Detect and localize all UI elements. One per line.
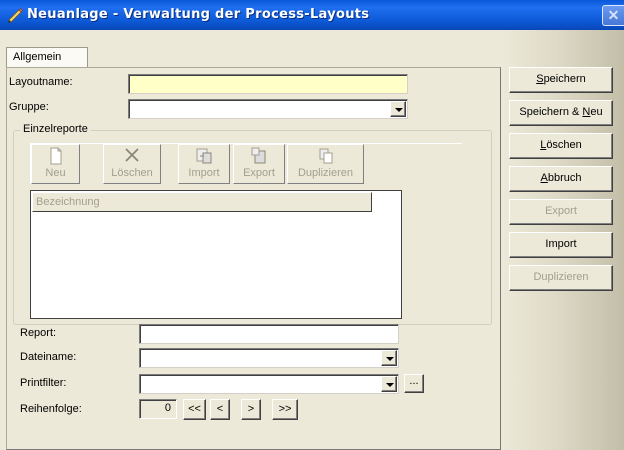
- chevron-down-icon[interactable]: [381, 350, 397, 366]
- reihenfolge-label: Reihenfolge:: [20, 403, 82, 415]
- save-label-post: peichern: [543, 73, 586, 85]
- dateiname-label: Dateiname:: [20, 351, 77, 363]
- save-new-label-post: eu: [590, 106, 603, 118]
- import-icon: [179, 145, 229, 167]
- reihenfolge-value[interactable]: 0: [139, 399, 177, 419]
- last-button[interactable]: >>: [272, 399, 298, 420]
- delete-button[interactable]: Löschen: [509, 133, 613, 159]
- printfilter-select[interactable]: [139, 374, 399, 394]
- prev-button[interactable]: <: [210, 399, 230, 420]
- duplicate-button[interactable]: Duplizieren: [509, 265, 613, 291]
- export-toolbar-button[interactable]: Export: [233, 144, 285, 184]
- chevron-down-icon[interactable]: [390, 101, 406, 117]
- cancel-label-accel: A: [540, 172, 548, 184]
- delete-x-icon: [104, 145, 160, 167]
- neu-button[interactable]: Neu: [31, 144, 80, 184]
- tab-allgemein[interactable]: Allgemein: [6, 47, 88, 68]
- close-button[interactable]: ✕: [602, 5, 624, 26]
- printfilter-label: Printfilter:: [20, 377, 67, 389]
- layoutname-label: Layoutname:: [9, 76, 73, 88]
- neu-label: Neu: [45, 167, 66, 179]
- first-button[interactable]: <<: [183, 399, 206, 420]
- export-button[interactable]: Export: [509, 199, 613, 225]
- duplicate-icon: [288, 145, 363, 167]
- loeschen-toolbar-button[interactable]: Löschen: [103, 144, 161, 184]
- cancel-button[interactable]: Abbruch: [509, 166, 613, 192]
- chevron-down-icon[interactable]: [381, 376, 397, 392]
- import-toolbar-label: Import: [188, 167, 220, 179]
- export-icon: [234, 145, 284, 167]
- import-button[interactable]: Import: [509, 232, 613, 258]
- window-title: Neuanlage - Verwaltung der Process-Layou…: [27, 7, 370, 22]
- printfilter-browse-button[interactable]: ...: [404, 374, 424, 393]
- report-label: Report:: [20, 327, 57, 339]
- duplizieren-toolbar-label: Duplizieren: [297, 167, 354, 179]
- save-new-label-pre: Speichern &: [519, 106, 583, 118]
- export-toolbar-label: Export: [243, 167, 275, 179]
- save-and-new-button[interactable]: Speichern & Neu: [509, 100, 613, 126]
- pencil-icon: [6, 6, 24, 24]
- import-toolbar-button[interactable]: Import: [178, 144, 230, 184]
- gruppe-select[interactable]: [128, 99, 408, 119]
- layoutname-input[interactable]: [128, 74, 408, 94]
- delete-label-post: öschen: [546, 139, 582, 151]
- einzelreporte-legend: Einzelreporte: [20, 123, 91, 135]
- gruppe-label: Gruppe:: [9, 101, 49, 113]
- title-bar[interactable]: Neuanlage - Verwaltung der Process-Layou…: [0, 0, 624, 30]
- new-document-icon: [32, 145, 79, 167]
- save-label-accel: S: [536, 73, 544, 85]
- save-button[interactable]: Speichern: [509, 67, 613, 93]
- duplizieren-toolbar-button[interactable]: Duplizieren: [287, 144, 364, 184]
- column-header-bezeichnung[interactable]: Bezeichnung: [32, 192, 372, 212]
- cancel-label-post: bbruch: [547, 172, 582, 184]
- dateiname-select[interactable]: [139, 348, 399, 368]
- next-button[interactable]: >: [241, 399, 261, 420]
- loeschen-toolbar-label: Löschen: [111, 167, 153, 179]
- report-input[interactable]: [139, 324, 399, 344]
- einzelreporte-list[interactable]: Bezeichnung: [30, 190, 402, 319]
